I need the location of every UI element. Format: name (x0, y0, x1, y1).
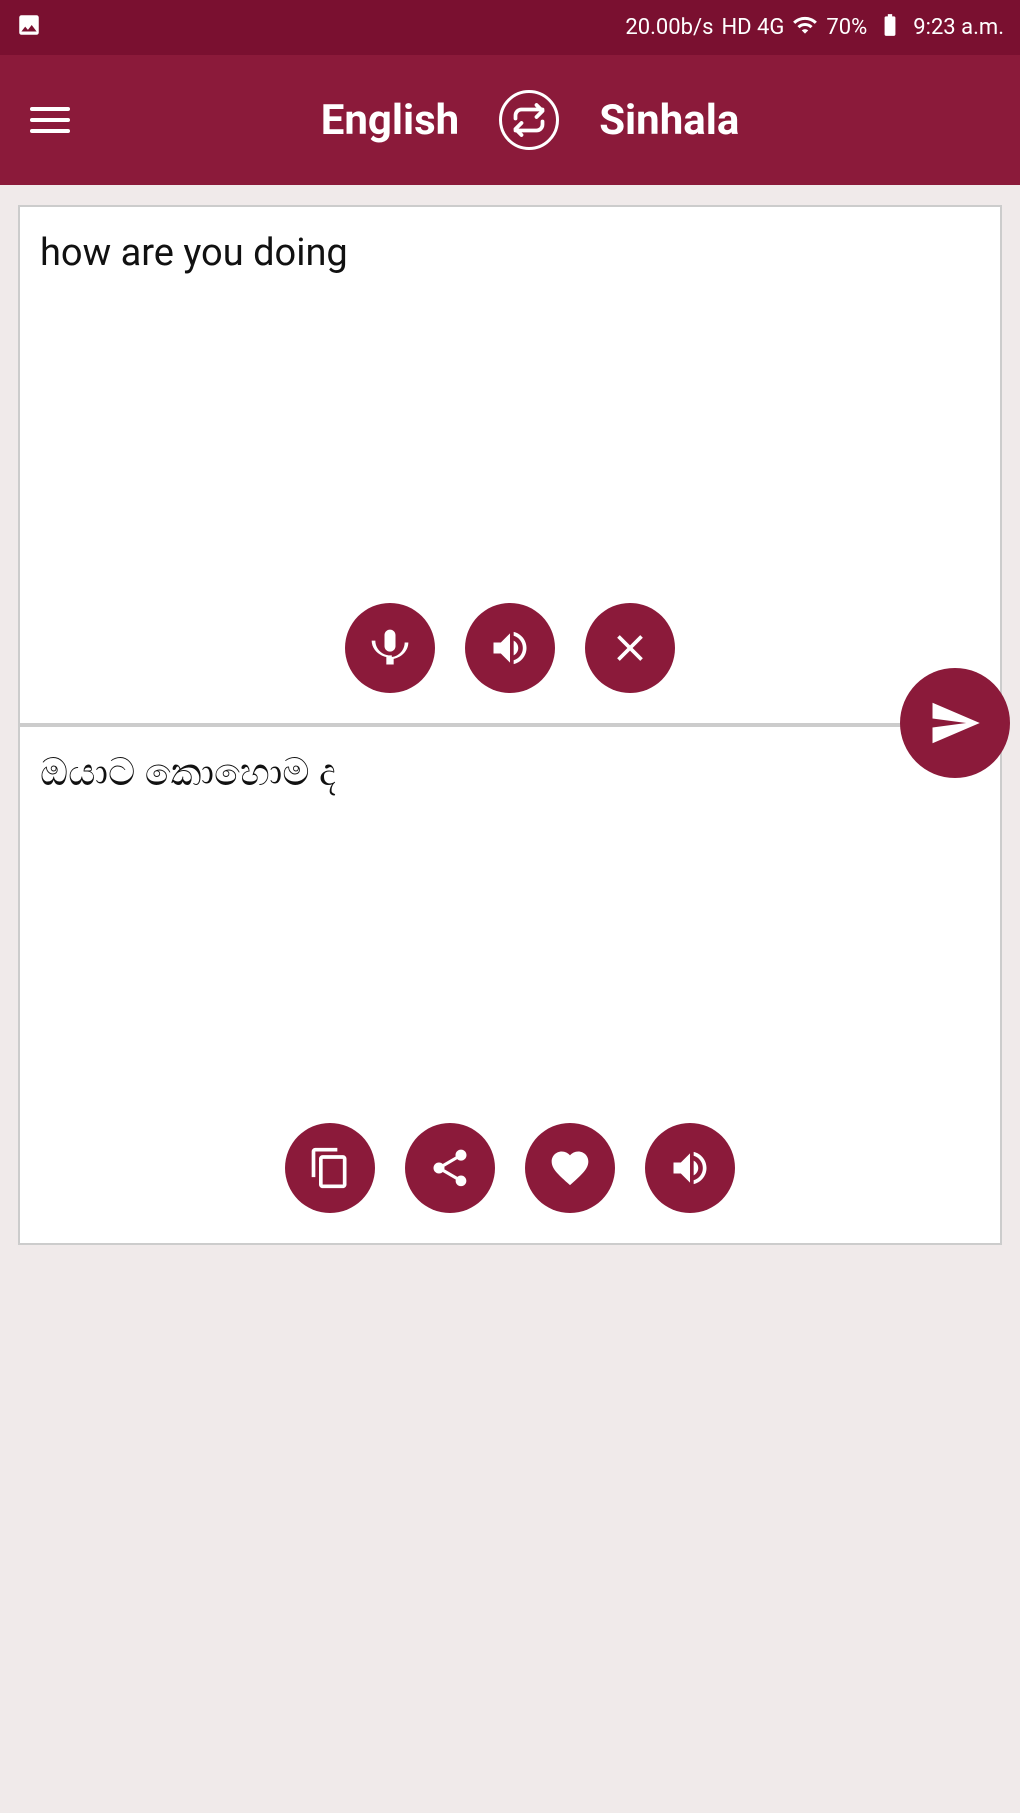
target-language[interactable]: Sinhala (599, 96, 739, 145)
network-type: HD 4G (721, 15, 784, 40)
status-bar: 20.00b/s HD 4G 70% 9:23 a.m. (0, 0, 1020, 55)
signal-icon (792, 12, 818, 44)
photo-icon (16, 12, 42, 44)
output-text: ඔයාට කොහොම ද (40, 747, 980, 1103)
input-text[interactable]: how are you doing (40, 227, 980, 583)
network-speed: 20.00b/s (625, 15, 713, 40)
output-panel: ඔයාට කොහොම ද (18, 725, 1002, 1245)
send-translate-button[interactable] (900, 668, 1010, 778)
clear-button[interactable] (585, 603, 675, 693)
battery-icon (875, 12, 905, 44)
battery-level: 70% (826, 15, 867, 40)
swap-languages-button[interactable] (499, 90, 559, 150)
microphone-button[interactable] (345, 603, 435, 693)
favorite-button[interactable] (525, 1123, 615, 1213)
menu-button[interactable] (30, 107, 70, 133)
source-language[interactable]: English (321, 96, 460, 145)
toolbar: English Sinhala (0, 55, 1020, 185)
main-content: how are you doing (0, 185, 1020, 1813)
share-button[interactable] (405, 1123, 495, 1213)
input-panel: how are you doing (18, 205, 1002, 725)
input-action-buttons (40, 583, 980, 703)
copy-button[interactable] (285, 1123, 375, 1213)
output-action-buttons (40, 1103, 980, 1223)
output-speaker-button[interactable] (645, 1123, 735, 1213)
time-display: 9:23 a.m. (913, 15, 1004, 40)
speaker-button[interactable] (465, 603, 555, 693)
